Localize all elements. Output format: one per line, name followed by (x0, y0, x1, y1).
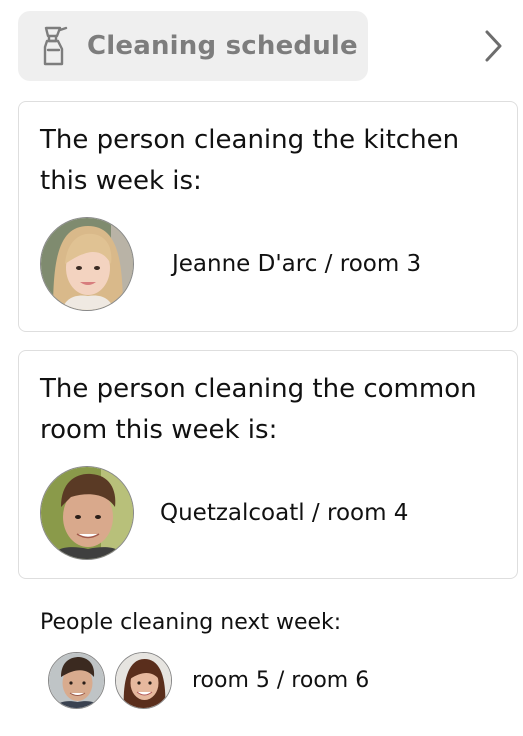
next-week-rooms: room 5 / room 6 (192, 668, 370, 693)
kitchen-card: The person cleaning the kitchen this wee… (18, 101, 518, 332)
chevron-right-icon[interactable] (480, 28, 506, 64)
spray-bottle-icon (43, 26, 68, 66)
common-room-assignee: Quetzalcoatl / room 4 (160, 500, 409, 526)
common-room-card-title: The person cleaning the common room this… (40, 374, 477, 445)
avatar (40, 466, 134, 560)
page-title: Cleaning schedule (87, 31, 358, 61)
avatar (48, 652, 105, 709)
avatar (115, 652, 172, 709)
kitchen-card-title: The person cleaning the kitchen this wee… (40, 125, 460, 196)
common-room-card: The person cleaning the common room this… (18, 350, 518, 579)
kitchen-assignee: Jeanne D'arc / room 3 (172, 251, 422, 277)
next-week-label: People cleaning next week: (40, 610, 342, 635)
cleaning-schedule-header[interactable]: Cleaning schedule (18, 11, 368, 81)
avatar (40, 217, 134, 311)
